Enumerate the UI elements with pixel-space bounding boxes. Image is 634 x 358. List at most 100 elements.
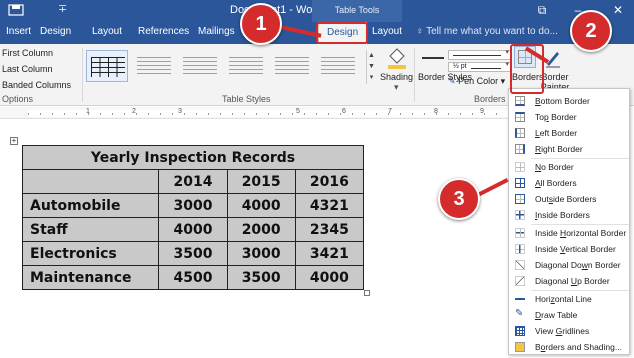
- table-tools-label: Table Tools: [334, 5, 380, 15]
- all-borders-icon: [515, 178, 525, 188]
- value-cell[interactable]: 3500: [158, 241, 228, 266]
- tab-insert[interactable]: Insert: [6, 26, 31, 37]
- tab-references[interactable]: References: [138, 26, 189, 37]
- menu-item-right-border[interactable]: Right Border: [509, 141, 629, 157]
- value-cell[interactable]: 3000: [158, 193, 228, 218]
- menu-item-left-border[interactable]: Left Border: [509, 125, 629, 141]
- chevron-up-icon[interactable]: ▲: [367, 50, 376, 61]
- title-bar: ∓ Document1 - Word Table Tools ⧉ – ✕: [0, 0, 634, 22]
- year-header-cell[interactable]: 2015: [226, 169, 296, 194]
- table-style-plain-4[interactable]: [270, 50, 312, 82]
- horizontal-ruler[interactable]: 1 2 3 5 6 7 8 9: [0, 107, 512, 119]
- tab-design[interactable]: Design: [40, 26, 71, 37]
- table-styles-scroll[interactable]: ▲ ▼ ▾: [366, 50, 376, 84]
- pen-color-button[interactable]: ✎ Pen Color ▾: [448, 76, 505, 87]
- menu-item-no-border[interactable]: No Border: [509, 159, 629, 175]
- table-cell[interactable]: [21, 169, 160, 194]
- table-style-grid[interactable]: [86, 50, 128, 82]
- table-style-plain-3[interactable]: [224, 50, 266, 82]
- chevron-down-icon[interactable]: ▼: [367, 61, 376, 72]
- right-border-icon: [515, 144, 525, 154]
- value-cell[interactable]: 3500: [226, 265, 296, 290]
- lightbulb-icon: ♀: [416, 26, 424, 37]
- ruler-number: 5: [296, 108, 300, 115]
- row-label-cell[interactable]: Automobile: [21, 193, 160, 218]
- menu-item-all-borders[interactable]: All Borders: [509, 175, 629, 191]
- menu-item-outside-borders[interactable]: Outside Borders: [509, 191, 629, 207]
- value-cell[interactable]: 2345: [294, 217, 365, 242]
- save-icon[interactable]: [8, 4, 24, 16]
- value-cell[interactable]: 3000: [226, 241, 296, 266]
- group-separator: [414, 48, 415, 102]
- row-label-cell[interactable]: Staff: [21, 217, 160, 242]
- value-cell[interactable]: 2000: [226, 217, 296, 242]
- border-styles-icon[interactable]: [420, 48, 446, 68]
- menu-item-diagonal-up-border[interactable]: Diagonal Up Border: [509, 273, 629, 289]
- table-resize-handle[interactable]: [364, 290, 370, 296]
- menu-item-inside-horizontal-border[interactable]: Inside Horizontal Border: [509, 225, 629, 241]
- row-label-cell[interactable]: Electronics: [21, 241, 160, 266]
- dropdown-arrow-icon: ▾: [505, 61, 509, 68]
- table-style-plain-5[interactable]: [316, 50, 358, 82]
- horizontal-line-icon: [515, 294, 525, 304]
- ruler-number: 1: [86, 108, 90, 115]
- table-move-handle-icon[interactable]: +: [10, 137, 18, 145]
- menu-item-inside-borders[interactable]: Inside Borders: [509, 207, 629, 223]
- ruler-number: 3: [178, 108, 182, 115]
- value-cell[interactable]: 4500: [158, 265, 228, 290]
- tell-me-text: Tell me what you want to do...: [426, 26, 558, 37]
- shading-dropdown-icon[interactable]: ▾: [394, 82, 399, 93]
- table-title-cell[interactable]: Yearly Inspection Records: [22, 145, 364, 170]
- close-button[interactable]: ✕: [606, 0, 630, 22]
- value-cell[interactable]: 4321: [294, 193, 365, 218]
- outside-borders-icon: [515, 194, 525, 204]
- year-header-cell[interactable]: 2014: [158, 169, 228, 194]
- table-row: Maintenance 4500 3500 4000: [21, 265, 365, 290]
- more-styles-icon[interactable]: ▾: [367, 72, 376, 83]
- top-border-icon: [515, 112, 525, 122]
- line-style-dropdown[interactable]: ▾: [448, 49, 512, 60]
- inside-borders-icon: [515, 210, 525, 220]
- dropdown-arrow-icon: ▾: [500, 76, 506, 86]
- shading-button[interactable]: Shading: [380, 72, 413, 82]
- menu-item-inside-vertical-border[interactable]: Inside Vertical Border: [509, 241, 629, 257]
- value-cell[interactable]: 4000: [158, 217, 228, 242]
- quick-access-dropdown-icon[interactable]: ∓: [58, 2, 67, 15]
- option-last-column[interactable]: Last Column: [2, 64, 53, 74]
- table-style-plain-2[interactable]: [178, 50, 220, 82]
- menu-item-diagonal-down-border[interactable]: Diagonal Down Border: [509, 257, 629, 273]
- line-weight-value: ½ pt: [453, 63, 467, 70]
- table-row: 2014 2015 2016: [21, 169, 365, 194]
- menu-item-draw-table[interactable]: ✎ Draw Table: [509, 307, 629, 323]
- left-border-icon: [515, 128, 525, 138]
- year-header-cell[interactable]: 2016: [294, 169, 365, 194]
- table-style-plain-1[interactable]: [132, 50, 174, 82]
- menu-item-horizontal-line[interactable]: Horizontal Line: [509, 291, 629, 307]
- value-cell[interactable]: 4000: [294, 265, 365, 290]
- table-row: Yearly Inspection Records: [22, 145, 364, 170]
- menu-item-view-gridlines[interactable]: View Gridlines: [509, 323, 629, 339]
- ruler-number: 2: [132, 108, 136, 115]
- restore-icon[interactable]: ⧉: [530, 0, 554, 22]
- ruler-number: 7: [388, 108, 392, 115]
- option-first-column[interactable]: First Column: [2, 48, 53, 58]
- value-cell[interactable]: 3421: [294, 241, 365, 266]
- inspection-table[interactable]: Yearly Inspection Records 2014 2015 2016…: [21, 145, 365, 290]
- menu-item-top-border[interactable]: Top Border: [509, 109, 629, 125]
- ruler-number: 9: [480, 108, 484, 115]
- borders-and-shading-icon: [515, 342, 525, 352]
- line-weight-dropdown[interactable]: ½ pt ▾: [448, 61, 512, 72]
- inside-horizontal-border-icon: [515, 228, 525, 238]
- design-tab-highlight: [316, 22, 368, 44]
- tab-mailings[interactable]: Mailings: [198, 26, 235, 37]
- shading-bucket-icon[interactable]: [386, 46, 408, 70]
- tab-table-layout[interactable]: Layout: [372, 26, 402, 37]
- tell-me-search[interactable]: ♀ Tell me what you want to do...: [416, 26, 558, 37]
- option-banded-columns[interactable]: Banded Columns: [2, 80, 71, 90]
- menu-item-borders-and-shading[interactable]: Borders and Shading...: [509, 339, 629, 355]
- menu-item-bottom-border[interactable]: Bottom Border: [509, 93, 629, 109]
- row-label-cell[interactable]: Maintenance: [21, 265, 160, 290]
- tab-layout[interactable]: Layout: [92, 26, 122, 37]
- options-group-label: Options: [2, 94, 34, 104]
- value-cell[interactable]: 4000: [226, 193, 296, 218]
